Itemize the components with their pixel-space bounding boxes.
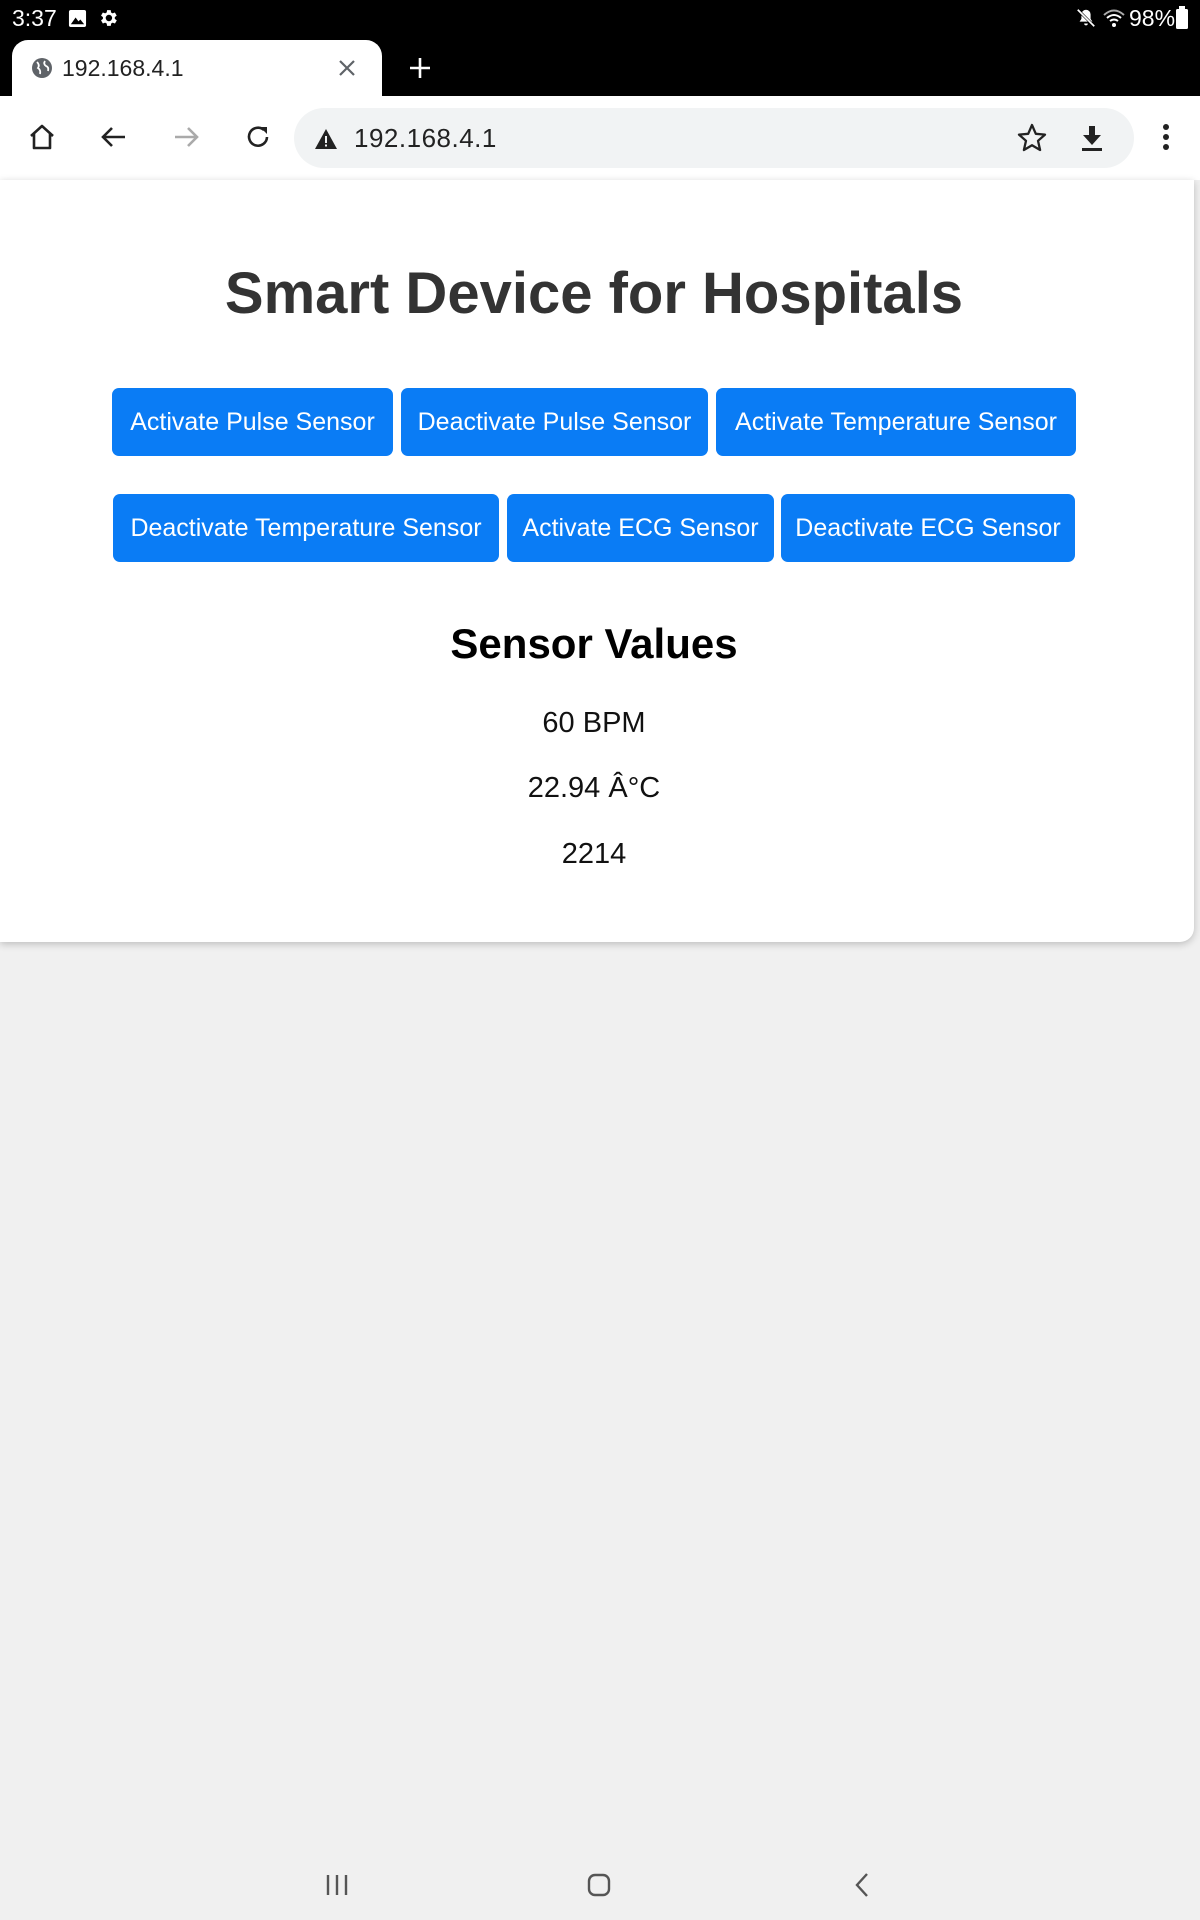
image-icon bbox=[68, 9, 87, 28]
pulse-value: 60 BPM bbox=[542, 707, 646, 739]
globe-icon bbox=[32, 58, 52, 78]
activate-temperature-sensor-button[interactable]: Activate Temperature Sensor bbox=[716, 388, 1076, 456]
mute-icon bbox=[1076, 8, 1096, 28]
star-icon[interactable] bbox=[1016, 122, 1048, 154]
page-card: Smart Device for Hospitals Activate Puls… bbox=[0, 180, 1194, 942]
gear-icon bbox=[101, 10, 117, 26]
more-icon[interactable] bbox=[1150, 121, 1182, 153]
status-bar: 3:37 98% bbox=[0, 0, 1200, 38]
navigation-bar bbox=[0, 1850, 1200, 1920]
browser-tab[interactable]: 192.168.4.1 bbox=[12, 40, 382, 96]
temperature-value: 22.94 Â°C bbox=[527, 772, 661, 804]
browser-toolbar: 192.168.4.1 bbox=[0, 96, 1200, 180]
battery-icon bbox=[1176, 6, 1188, 29]
sensor-values-heading: Sensor Values bbox=[450, 620, 738, 667]
tab-strip: 192.168.4.1 bbox=[0, 38, 1200, 96]
url-text[interactable]: 192.168.4.1 bbox=[354, 123, 497, 154]
close-icon[interactable] bbox=[336, 57, 358, 79]
reload-icon[interactable] bbox=[242, 121, 274, 153]
back-nav-icon[interactable] bbox=[848, 1870, 878, 1900]
home-nav-icon[interactable] bbox=[584, 1870, 614, 1900]
tab-title: 192.168.4.1 bbox=[62, 55, 184, 81]
status-time: 3:37 bbox=[12, 5, 57, 31]
activate-pulse-sensor-button[interactable]: Activate Pulse Sensor bbox=[112, 388, 393, 456]
battery-percentage: 98% bbox=[1129, 5, 1176, 31]
warning-icon[interactable] bbox=[314, 128, 338, 150]
back-icon[interactable] bbox=[98, 121, 130, 153]
activate-ecg-sensor-button[interactable]: Activate ECG Sensor bbox=[507, 494, 774, 562]
recent-apps-icon[interactable] bbox=[322, 1870, 352, 1900]
wifi-icon bbox=[1103, 9, 1125, 27]
ecg-value: 2214 bbox=[561, 838, 627, 870]
plus-icon[interactable] bbox=[408, 56, 432, 80]
home-icon[interactable] bbox=[26, 121, 58, 153]
deactivate-ecg-sensor-button[interactable]: Deactivate ECG Sensor bbox=[781, 494, 1075, 562]
deactivate-temperature-sensor-button[interactable]: Deactivate Temperature Sensor bbox=[113, 494, 499, 562]
page-title: Smart Device for Hospitals bbox=[224, 261, 964, 326]
download-icon[interactable] bbox=[1076, 122, 1108, 154]
address-bar[interactable]: 192.168.4.1 bbox=[294, 108, 1134, 168]
deactivate-pulse-sensor-button[interactable]: Deactivate Pulse Sensor bbox=[401, 388, 708, 456]
forward-icon[interactable] bbox=[170, 121, 202, 153]
